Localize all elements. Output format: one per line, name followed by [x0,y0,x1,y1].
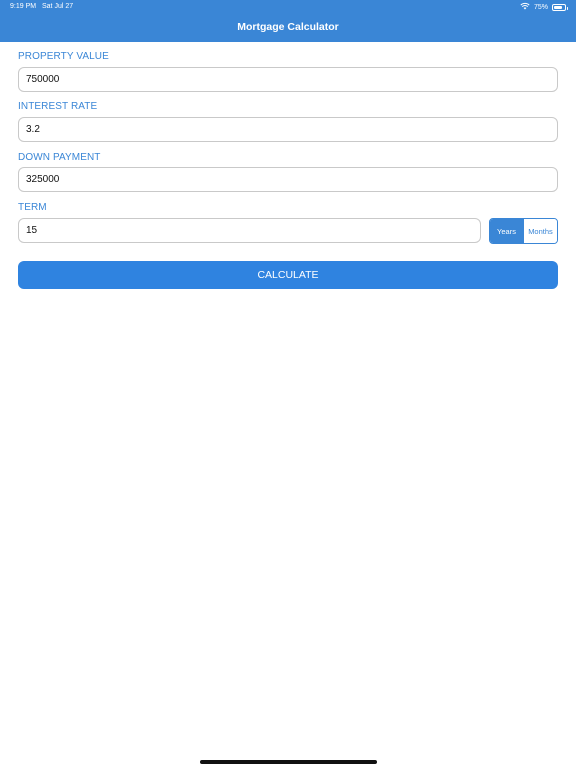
status-bar: 9:19 PM Sat Jul 27 75% [0,0,576,14]
nav-bar: 9:19 PM Sat Jul 27 75% Mortgage Calculat… [0,0,576,42]
term-unit-segmented-control: Years Months [489,218,558,244]
down-payment-label: DOWN PAYMENT [18,152,101,163]
status-date: Sat Jul 27 [42,3,74,10]
down-payment-field[interactable] [18,167,558,192]
home-indicator[interactable] [200,760,377,764]
status-right: 75% [520,2,568,12]
battery-icon [552,3,568,11]
wifi-icon [520,2,530,12]
battery-percent: 75% [533,3,548,11]
page-title: Mortgage Calculator [237,21,339,33]
term-field[interactable] [18,218,481,243]
property-value-label: PROPERTY VALUE [18,51,109,62]
segment-years[interactable]: Years [490,219,523,243]
calculate-button[interactable]: CALCULATE [18,261,558,289]
interest-rate-label: INTEREST RATE [18,101,98,112]
property-value-field[interactable] [18,67,558,92]
term-label: TERM [18,202,47,213]
interest-rate-field[interactable] [18,117,558,142]
segment-months[interactable]: Months [523,219,557,243]
battery-fill [554,5,562,9]
status-time: 9:19 PM [10,3,37,10]
